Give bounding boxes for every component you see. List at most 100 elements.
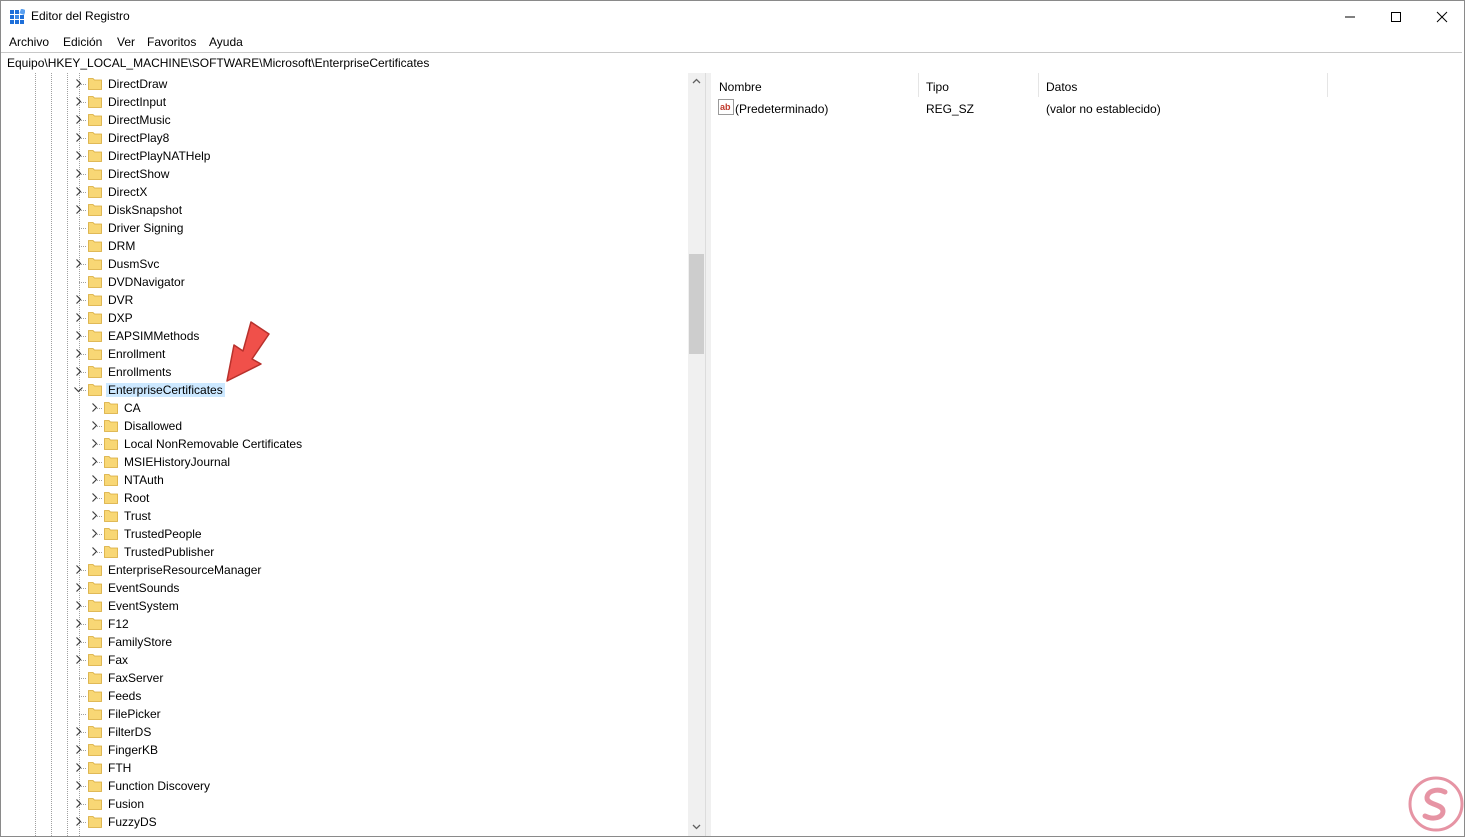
tree-item[interactable]: EventSystem <box>1 597 687 615</box>
tree-item[interactable]: FilePicker <box>1 705 687 723</box>
chevron-right-icon[interactable] <box>89 510 100 521</box>
address-path[interactable]: Equipo\HKEY_LOCAL_MACHINE\SOFTWARE\Micro… <box>7 56 429 70</box>
menu-ver[interactable]: Ver <box>117 35 135 49</box>
chevron-right-icon[interactable] <box>73 132 84 143</box>
chevron-right-icon[interactable] <box>73 744 84 755</box>
tree-item[interactable]: Local NonRemovable Certificates <box>1 435 687 453</box>
chevron-right-icon[interactable] <box>73 618 84 629</box>
tree-item[interactable]: EnterpriseResourceManager <box>1 561 687 579</box>
tree-item[interactable]: MSIEHistoryJournal <box>1 453 687 471</box>
tree-item[interactable]: DirectX <box>1 183 687 201</box>
chevron-right-icon[interactable] <box>73 294 84 305</box>
column-header-type[interactable]: Tipo <box>918 73 1039 97</box>
tree-item[interactable]: CA <box>1 399 687 417</box>
tree-item[interactable]: Enrollments <box>1 363 687 381</box>
chevron-right-icon[interactable] <box>73 204 84 215</box>
address-bar[interactable]: Equipo\HKEY_LOCAL_MACHINE\SOFTWARE\Micro… <box>1 52 1462 74</box>
key-tree-pane[interactable]: DirectDraw DirectInput DirectMusic DirectPl… <box>1 73 707 836</box>
values-pane[interactable]: Nombre Tipo Datos ab (Predeterminado) RE… <box>711 73 1464 836</box>
chevron-right-icon[interactable] <box>73 312 84 323</box>
tree-item[interactable]: Root <box>1 489 687 507</box>
tree-item[interactable]: DiskSnapshot <box>1 201 687 219</box>
chevron-right-icon[interactable] <box>89 528 100 539</box>
chevron-right-icon[interactable] <box>89 474 100 485</box>
chevron-right-icon[interactable] <box>73 816 84 827</box>
tree-item[interactable]: Trust <box>1 507 687 525</box>
tree-item[interactable]: TrustedPublisher <box>1 543 687 561</box>
tree-item[interactable]: Feeds <box>1 687 687 705</box>
folder-icon <box>88 222 102 234</box>
chevron-right-icon[interactable] <box>73 564 84 575</box>
tree-item[interactable]: DRM <box>1 237 687 255</box>
scroll-up-button[interactable] <box>688 73 705 90</box>
chevron-down-icon[interactable] <box>73 384 84 395</box>
tree-item[interactable]: DusmSvc <box>1 255 687 273</box>
menu-edicion[interactable]: Edición <box>63 35 102 49</box>
chevron-right-icon[interactable] <box>73 762 84 773</box>
scroll-down-button[interactable] <box>688 818 705 835</box>
menu-favoritos[interactable]: Favoritos <box>147 35 196 49</box>
column-header-data[interactable]: Datos <box>1038 73 1328 97</box>
chevron-right-icon[interactable] <box>73 258 84 269</box>
value-row[interactable]: ab (Predeterminado) REG_SZ (valor no est… <box>711 99 1451 117</box>
chevron-right-icon[interactable] <box>73 798 84 809</box>
maximize-button[interactable] <box>1373 1 1419 32</box>
tree-item[interactable]: DirectMusic <box>1 111 687 129</box>
column-header-name[interactable]: Nombre <box>711 73 919 97</box>
tree-item[interactable]: DXP <box>1 309 687 327</box>
tree-item[interactable]: DVR <box>1 291 687 309</box>
tree-item[interactable]: DirectPlayNATHelp <box>1 147 687 165</box>
chevron-right-icon[interactable] <box>73 726 84 737</box>
tree-item[interactable]: Driver Signing <box>1 219 687 237</box>
tree-item[interactable]: FuzzyDS <box>1 813 687 831</box>
tree-item[interactable]: DirectInput <box>1 93 687 111</box>
tree-item[interactable]: NTAuth <box>1 471 687 489</box>
chevron-right-icon[interactable] <box>73 654 84 665</box>
chevron-right-icon[interactable] <box>73 150 84 161</box>
chevron-right-icon[interactable] <box>89 438 100 449</box>
tree-item[interactable]: FilterDS <box>1 723 687 741</box>
tree-item[interactable]: EAPSIMMethods <box>1 327 687 345</box>
chevron-right-icon[interactable] <box>89 420 100 431</box>
tree-item[interactable]: TrustedPeople <box>1 525 687 543</box>
tree-item[interactable]: DirectShow <box>1 165 687 183</box>
scroll-thumb[interactable] <box>689 254 704 354</box>
tree-item[interactable]: Enrollment <box>1 345 687 363</box>
menu-ayuda[interactable]: Ayuda <box>209 35 243 49</box>
tree-item[interactable]: EventSounds <box>1 579 687 597</box>
chevron-right-icon[interactable] <box>73 114 84 125</box>
chevron-right-icon[interactable] <box>73 186 84 197</box>
chevron-right-icon[interactable] <box>89 546 100 557</box>
chevron-right-icon[interactable] <box>73 330 84 341</box>
tree-scrollbar[interactable] <box>688 73 705 836</box>
tree-item[interactable]: FamilyStore <box>1 633 687 651</box>
tree-item[interactable]: FTH <box>1 759 687 777</box>
chevron-right-icon[interactable] <box>73 780 84 791</box>
menu-archivo[interactable]: Archivo <box>9 35 49 49</box>
minimize-button[interactable] <box>1327 1 1373 32</box>
chevron-right-icon[interactable] <box>73 600 84 611</box>
tree-item[interactable]: FaxServer <box>1 669 687 687</box>
chevron-right-icon[interactable] <box>89 456 100 467</box>
title-bar[interactable]: Editor del Registro <box>1 1 1464 32</box>
tree-item[interactable]: Fax <box>1 651 687 669</box>
tree-item[interactable]: F12 <box>1 615 687 633</box>
tree-item[interactable]: Fusion <box>1 795 687 813</box>
tree-item[interactable]: Disallowed <box>1 417 687 435</box>
chevron-right-icon[interactable] <box>73 636 84 647</box>
tree-item[interactable]: Function Discovery <box>1 777 687 795</box>
chevron-right-icon[interactable] <box>73 96 84 107</box>
close-button[interactable] <box>1419 1 1464 32</box>
chevron-right-icon[interactable] <box>73 168 84 179</box>
chevron-right-icon[interactable] <box>89 492 100 503</box>
chevron-right-icon[interactable] <box>73 348 84 359</box>
chevron-right-icon[interactable] <box>73 582 84 593</box>
chevron-right-icon[interactable] <box>73 78 84 89</box>
tree-item[interactable]: DVDNavigator <box>1 273 687 291</box>
chevron-right-icon[interactable] <box>89 402 100 413</box>
tree-item[interactable]: DirectPlay8 <box>1 129 687 147</box>
tree-item[interactable]: DirectDraw <box>1 75 687 93</box>
chevron-right-icon[interactable] <box>73 366 84 377</box>
tree-item[interactable]: EnterpriseCertificates <box>1 381 687 399</box>
tree-item[interactable]: FingerKB <box>1 741 687 759</box>
